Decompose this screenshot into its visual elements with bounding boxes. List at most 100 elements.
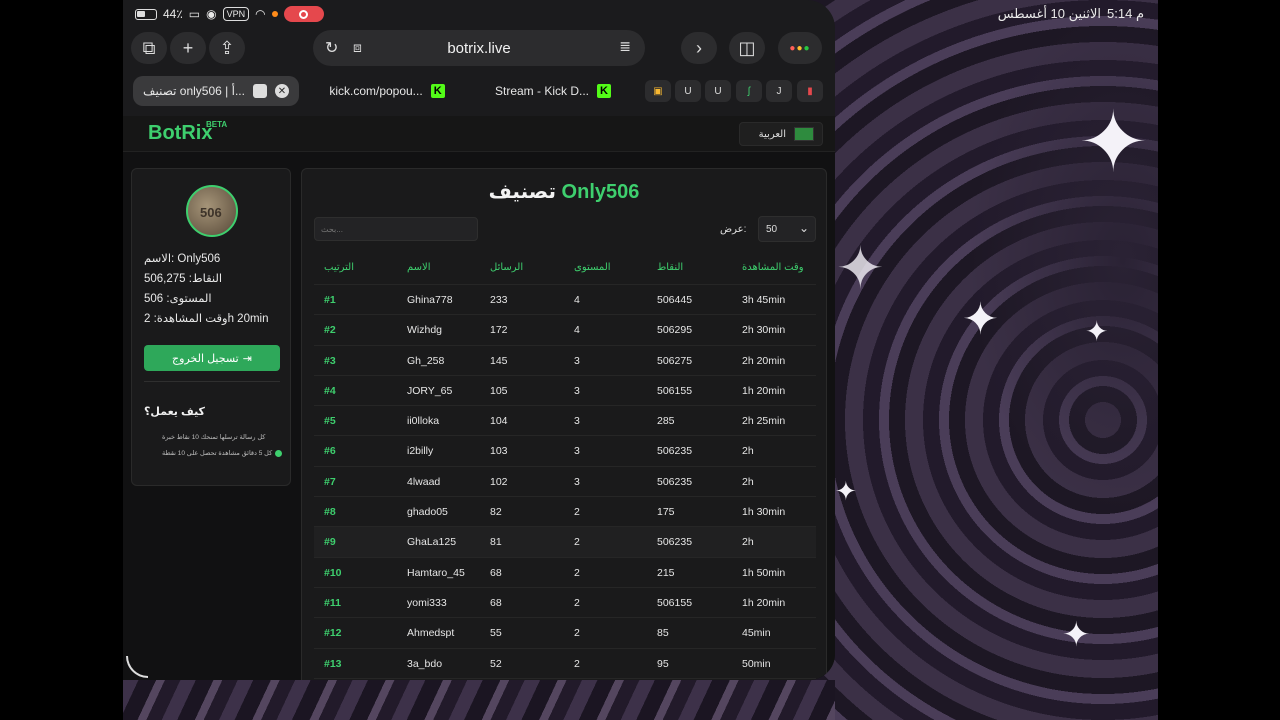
- date-text: الاثنين 10 أغسطس: [997, 6, 1102, 21]
- favorite-tab[interactable]: U: [675, 80, 701, 102]
- table-row: #7 4lwaad 102 3 506235 2h: [314, 467, 816, 498]
- table-row: #13 3a_bdo 52 2 95 50min: [314, 649, 816, 679]
- browser-toolbar: ⧉ + ⇪ ↻ ⧈ botrix.live ≣ › ◫ ●●●: [123, 24, 835, 72]
- table-body: #1 Ghina778 233 4 506445 3h 45min #2 Wizhdg 172 4…: [314, 285, 816, 679]
- level-cell: 2: [574, 657, 580, 670]
- url-text: botrix.live: [447, 40, 511, 57]
- tab-bar: تصنيف only506 | أ... ✕ kick.com/popou...…: [123, 74, 835, 108]
- sparkle-icon: ✦: [835, 476, 857, 506]
- rank-cell: #11: [324, 596, 341, 609]
- logout-label: تسجيل الخروج: [172, 352, 239, 365]
- table-row: #1 Ghina778 233 4 506445 3h 45min: [314, 285, 816, 316]
- watch-time-cell: 50min: [742, 657, 771, 670]
- watch-time-cell: 2h: [742, 536, 754, 549]
- beta-badge: BETA: [206, 120, 228, 129]
- tab-leaderboard[interactable]: تصنيف only506 | أ... ✕: [133, 76, 299, 106]
- rank-cell: #1: [324, 294, 336, 306]
- favorite-tab[interactable]: ▮: [797, 80, 823, 102]
- forward-button[interactable]: ›: [681, 32, 717, 64]
- screen-record-button[interactable]: [283, 6, 324, 22]
- reader-icon[interactable]: ≣: [619, 38, 631, 55]
- level-cell: 3: [574, 475, 580, 488]
- rank-cell: #12: [324, 627, 342, 640]
- col-level-header[interactable]: المستوى: [574, 251, 611, 285]
- new-tab-button[interactable]: +: [170, 32, 206, 64]
- tab-kick-stream[interactable]: Stream - Kick D... K: [473, 76, 633, 106]
- sparkle-icon: ✦: [1062, 616, 1091, 654]
- tab-kick-popout[interactable]: kick.com/popou... K: [307, 76, 467, 106]
- logout-icon: ⇥: [242, 352, 252, 365]
- watch-time-cell: 3h 45min: [742, 294, 786, 306]
- watch-time-cell: 2h 25min: [742, 415, 786, 428]
- chevron-down-icon: ⌄: [798, 221, 809, 235]
- rank-cell: #8: [324, 506, 336, 519]
- tab-label: kick.com/popou...: [329, 84, 423, 98]
- level-cell: 2: [574, 536, 580, 549]
- share-button[interactable]: ⇪: [209, 32, 245, 64]
- name-cell: yomi333: [407, 596, 447, 609]
- favorite-label: U: [714, 85, 722, 97]
- address-bar[interactable]: ↻ ⧈ botrix.live ≣: [313, 30, 645, 66]
- show-label: عرض:: [720, 224, 747, 235]
- col-rank-header[interactable]: الترتيب: [324, 251, 354, 285]
- battery-text: 44٪: [163, 7, 183, 21]
- level-cell: 3: [574, 445, 580, 458]
- watch-time-cell: 2h: [742, 475, 754, 488]
- favorite-tab[interactable]: U: [705, 80, 731, 102]
- level-cell: 4: [574, 294, 580, 306]
- sparkle-icon: ✦: [962, 295, 999, 344]
- rank-cell: #13: [324, 657, 342, 670]
- col-name-header[interactable]: الاسم: [407, 251, 431, 285]
- vpn-badge: VPN: [222, 7, 250, 21]
- wifi-icon: ◠: [255, 7, 266, 21]
- name-cell: 3a_bdo: [407, 657, 443, 670]
- favorite-label: J: [776, 85, 782, 97]
- name-cell: Ghina778: [407, 294, 453, 306]
- dots-icon: ●●●: [789, 42, 811, 54]
- name-cell: Gh_258: [407, 354, 445, 367]
- col-points-header[interactable]: النقاط: [657, 251, 683, 285]
- table-row: #5 ii0lloka 104 3 285 2h 25min: [314, 406, 816, 437]
- leaderboard-table: الترتيب الاسم الرسائل المستوى النقاط وقت…: [314, 251, 816, 679]
- language-select[interactable]: العربية: [739, 122, 823, 146]
- profile-name: الاسم: Only506: [144, 253, 221, 265]
- favorite-tab[interactable]: ▣: [645, 80, 671, 102]
- points-cell: 506155: [657, 384, 693, 397]
- level-cell: 2: [574, 596, 580, 609]
- site-logo[interactable]: BotRix: [148, 122, 212, 145]
- how-it-works-line: كل رسالة ترسلها تمنحك 10 نقاط خبرة: [162, 433, 265, 441]
- profile-points: النقاط: 506,275: [144, 273, 223, 285]
- page-size-select[interactable]: 50 ⌄: [758, 216, 816, 242]
- col-messages-header[interactable]: الرسائل: [490, 251, 523, 285]
- more-button[interactable]: ●●●: [778, 32, 822, 64]
- title-prefix: تصنيف: [488, 181, 556, 203]
- logout-button[interactable]: تسجيل الخروج ⇥: [144, 345, 280, 371]
- tabs-overview-button[interactable]: ⧉: [131, 32, 167, 64]
- flag-icon: [794, 127, 814, 141]
- sidebar-toggle-button[interactable]: ◫: [729, 32, 765, 64]
- tabs-icon: ⧉: [142, 37, 156, 58]
- web-page: BotRix BETA العربية 506 الاسم: Only506 ا…: [123, 116, 835, 680]
- name-cell: i2billy: [407, 445, 434, 458]
- level-cell: 2: [574, 566, 580, 579]
- battery-icon: [135, 8, 157, 20]
- table-row: #10 Hamtaro_45 68 2 215 1h 50min: [314, 558, 816, 588]
- messages-cell: 52: [490, 657, 502, 670]
- table-row: #12 Ahmedspt 55 2 85 45min: [314, 618, 816, 649]
- favorite-tab[interactable]: J: [766, 80, 792, 102]
- messages-cell: 102: [490, 475, 508, 488]
- how-it-works-title: كيف يعمل؟: [144, 406, 205, 418]
- avatar-text: 506: [200, 205, 222, 220]
- rank-cell: #4: [324, 384, 336, 397]
- table-row: #3 Gh_258 145 3 506275 2h 20min: [314, 346, 816, 376]
- points-cell: 285: [657, 415, 675, 428]
- sparkle-icon: ✦: [836, 236, 885, 301]
- wallpaper-strip: [123, 680, 835, 720]
- kick-favicon-icon: K: [430, 84, 445, 98]
- close-tab-icon[interactable]: ✕: [274, 84, 289, 98]
- name-cell: ghado05: [407, 506, 448, 519]
- messages-cell: 105: [490, 384, 508, 397]
- col-watch-header[interactable]: وقت المشاهدة: [742, 251, 804, 285]
- favorite-tab[interactable]: ʃ: [736, 80, 762, 102]
- search-input[interactable]: [314, 217, 478, 241]
